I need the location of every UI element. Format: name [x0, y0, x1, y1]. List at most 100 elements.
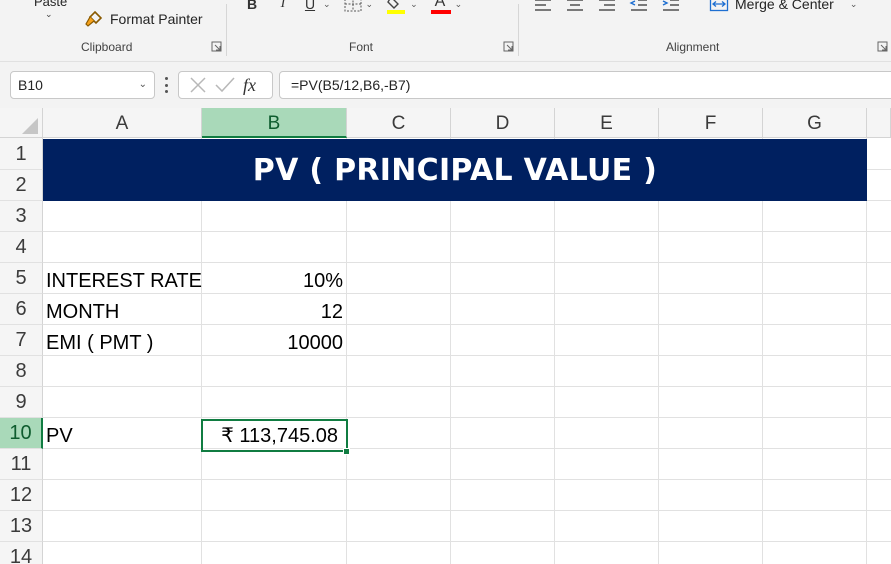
column-header-f[interactable]: F	[659, 108, 763, 138]
cell-B5[interactable]: 10%	[203, 266, 343, 296]
select-all-triangle-icon	[22, 118, 38, 134]
row-header-12[interactable]: 12	[0, 480, 43, 511]
borders-dropdown-chevron-icon[interactable]: ⌄	[366, 0, 374, 10]
font-color-button[interactable]: A	[430, 0, 452, 16]
italic-button[interactable]: I	[272, 0, 294, 16]
cell-A7[interactable]: EMI ( PMT )	[46, 328, 153, 358]
gridline-vertical	[866, 138, 867, 564]
group-separator	[518, 4, 519, 56]
font-format-row: B I U ⌄ ⌄ ⌄ A ⌄	[242, 0, 468, 16]
fill-color-dropdown-chevron-icon[interactable]: ⌄	[410, 0, 418, 10]
gridline-vertical	[658, 138, 659, 564]
gridline-vertical	[346, 138, 347, 564]
row-header-3[interactable]: 3	[0, 201, 43, 232]
clipboard-dialog-launcher-icon[interactable]	[211, 41, 222, 52]
column-header-g[interactable]: G	[763, 108, 867, 138]
row-header-11[interactable]: 11	[0, 449, 43, 480]
row-header-2[interactable]: 2	[0, 170, 43, 201]
row-header-14[interactable]: 14	[0, 542, 43, 564]
gridline-horizontal	[43, 510, 891, 511]
merged-title-cell[interactable]: PV ( PRINCIPAL VALUE )	[43, 139, 867, 201]
column-header-a[interactable]: A	[43, 108, 202, 138]
column-header-partial[interactable]	[867, 108, 891, 138]
fill-handle[interactable]	[343, 448, 350, 455]
paintbrush-icon	[85, 10, 103, 27]
borders-icon[interactable]	[343, 0, 363, 13]
gridline-horizontal	[43, 417, 891, 418]
cell-B6[interactable]: 12	[203, 297, 343, 327]
align-left-icon[interactable]	[533, 0, 553, 13]
formula-text: =PV(B5/12,B6,-B7)	[291, 77, 411, 93]
alignment-group-label: Alignment	[666, 40, 720, 54]
row-header-10[interactable]: 10	[0, 418, 43, 449]
group-separator	[226, 4, 227, 56]
gridline-vertical	[762, 138, 763, 564]
row-header-13[interactable]: 13	[0, 511, 43, 542]
font-group-label: Font	[349, 40, 374, 54]
underline-dropdown-chevron-icon[interactable]: ⌄	[323, 0, 331, 10]
cell-B7[interactable]: 10000	[203, 328, 343, 358]
clipboard-group-label: Clipboard	[81, 40, 133, 54]
merge-cells-icon	[709, 0, 729, 12]
gridline-horizontal	[43, 262, 891, 263]
merge-dropdown-chevron-icon[interactable]: ⌄	[850, 0, 858, 10]
spreadsheet-grid: ABCDEFG 1 2 3 4 5 6 7 8 9 10 11 12 13 14 PV ( PRINCIP…	[0, 108, 891, 564]
name-box[interactable]: B10 ⌄	[10, 71, 155, 99]
formula-buttons: fx	[178, 71, 273, 99]
gridline-vertical	[554, 138, 555, 564]
align-center-icon[interactable]	[565, 0, 585, 13]
gridline-horizontal	[43, 324, 891, 325]
sheet-title: PV ( PRINCIPAL VALUE )	[252, 152, 658, 188]
select-all-corner[interactable]	[0, 108, 43, 138]
gridline-horizontal	[43, 355, 891, 356]
ribbon: Paste ⌄ Format Painter Clipboard B I U ⌄…	[0, 0, 891, 62]
row-header-1[interactable]: 1	[0, 138, 43, 170]
cell-A6[interactable]: MONTH	[46, 297, 119, 327]
bold-button[interactable]: B	[242, 0, 262, 16]
more-options-icon[interactable]	[164, 77, 168, 93]
gridline-horizontal	[43, 386, 891, 387]
formula-bar: B10 ⌄ fx =PV(B5/12,B6,-B7)	[0, 62, 891, 108]
formula-input[interactable]: =PV(B5/12,B6,-B7)	[279, 71, 891, 99]
insert-function-button[interactable]: fx	[243, 75, 256, 96]
decrease-indent-icon[interactable]	[629, 0, 649, 13]
cell-A5[interactable]: INTEREST RATE	[46, 266, 202, 296]
active-cell-border	[201, 419, 348, 452]
merge-and-center-button[interactable]: Merge & Center ⌄	[709, 0, 863, 12]
gridline-horizontal	[43, 231, 891, 232]
increase-indent-icon[interactable]	[661, 0, 681, 13]
gridline-horizontal	[43, 479, 891, 480]
column-header-e[interactable]: E	[555, 108, 659, 138]
row-header-8[interactable]: 8	[0, 356, 43, 387]
paste-dropdown-chevron-icon[interactable]: ⌄	[45, 9, 53, 20]
format-painter-label: Format Painter	[110, 11, 203, 27]
row-header-9[interactable]: 9	[0, 387, 43, 418]
underline-button[interactable]: U	[300, 0, 320, 16]
font-color-swatch	[430, 10, 451, 14]
fill-color-icon[interactable]	[385, 0, 407, 15]
name-box-value: B10	[18, 77, 43, 93]
gridline-vertical	[450, 138, 451, 564]
row-header-7[interactable]: 7	[0, 325, 43, 356]
gridline-vertical	[201, 138, 202, 564]
font-dialog-launcher-icon[interactable]	[503, 41, 514, 52]
row-header-4[interactable]: 4	[0, 232, 43, 263]
align-right-icon[interactable]	[597, 0, 617, 13]
format-painter-button[interactable]: Format Painter	[84, 9, 203, 29]
column-header-c[interactable]: C	[347, 108, 451, 138]
row-header-6[interactable]: 6	[0, 294, 43, 325]
cancel-icon[interactable]	[187, 75, 209, 95]
column-header-b[interactable]: B	[202, 108, 347, 138]
cell-A10[interactable]: PV	[46, 421, 73, 451]
name-box-chevron-icon[interactable]: ⌄	[139, 72, 147, 98]
paste-button[interactable]: Paste	[34, 0, 67, 9]
alignment-buttons-row	[533, 0, 681, 16]
gridline-horizontal	[43, 541, 891, 542]
row-header-5[interactable]: 5	[0, 263, 43, 294]
column-header-d[interactable]: D	[451, 108, 555, 138]
merge-and-center-label: Merge & Center	[735, 0, 834, 12]
alignment-dialog-launcher-icon[interactable]	[877, 41, 888, 52]
gridline-horizontal	[43, 448, 891, 449]
enter-check-icon[interactable]	[213, 75, 237, 95]
font-color-dropdown-chevron-icon[interactable]: ⌄	[455, 0, 463, 10]
